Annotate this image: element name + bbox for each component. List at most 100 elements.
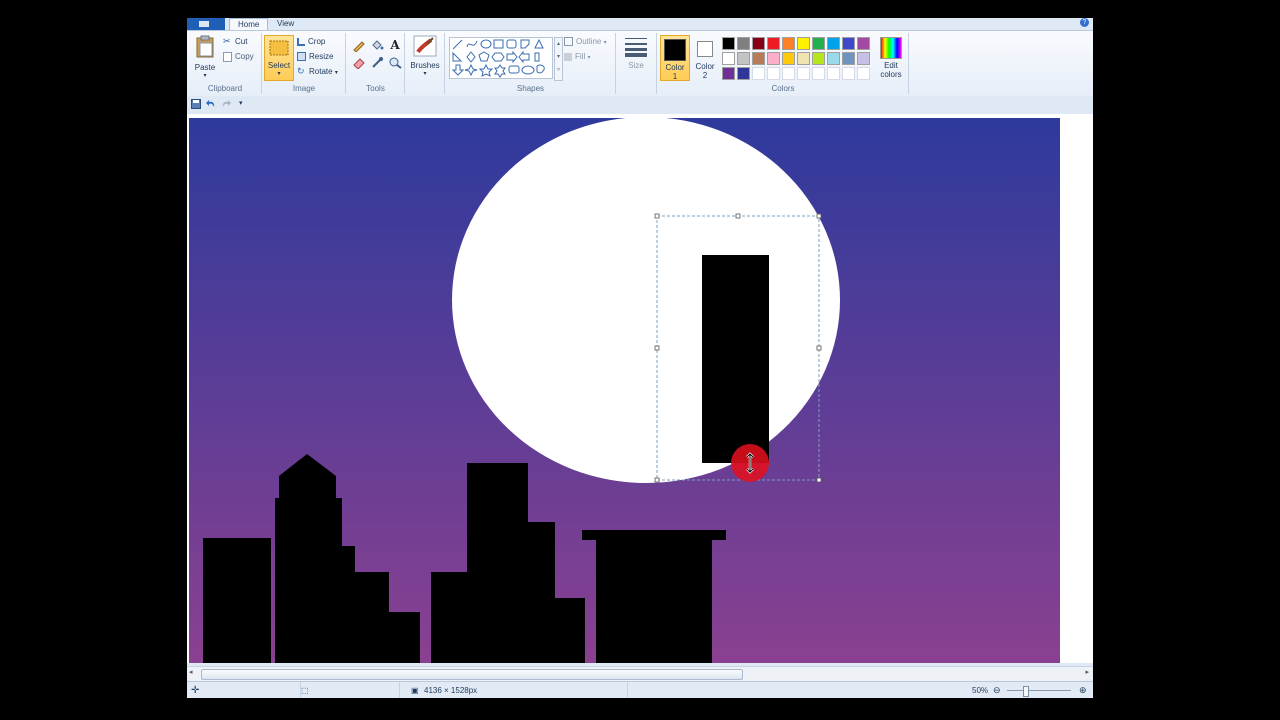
- chevron-down-icon: ▾: [334, 70, 338, 76]
- copy-button[interactable]: Copy: [223, 50, 254, 63]
- color-swatch[interactable]: [797, 52, 810, 65]
- scroll-left-icon[interactable]: ◂: [189, 668, 193, 676]
- color-swatch[interactable]: [782, 67, 795, 80]
- color-swatch[interactable]: [842, 37, 855, 50]
- color1-label: Color 1: [665, 63, 685, 81]
- color-swatch[interactable]: [737, 67, 750, 80]
- resize-handle[interactable]: [816, 213, 822, 219]
- color-swatch[interactable]: [827, 52, 840, 65]
- shapes-gallery[interactable]: [449, 37, 553, 79]
- color-swatch[interactable]: [782, 52, 795, 65]
- edit-colors-button[interactable]: Edit colors: [876, 35, 906, 79]
- resize-handle[interactable]: [654, 345, 660, 351]
- resize-handle[interactable]: [816, 345, 822, 351]
- color-swatch[interactable]: [797, 37, 810, 50]
- resize-label: Resize: [309, 52, 334, 61]
- color-swatch[interactable]: [857, 37, 870, 50]
- color2-swatch: [697, 41, 713, 57]
- color-swatch[interactable]: [782, 37, 795, 50]
- color-swatch[interactable]: [842, 52, 855, 65]
- color-swatch[interactable]: [767, 52, 780, 65]
- zoom-slider[interactable]: [1007, 682, 1071, 698]
- rotate-button[interactable]: ↻ Rotate ▾: [297, 65, 338, 78]
- crop-button[interactable]: Crop: [297, 35, 325, 48]
- moon-circle: [452, 118, 840, 483]
- color-swatch[interactable]: [812, 52, 825, 65]
- brushes-button[interactable]: Brushes ▾: [408, 35, 442, 79]
- color-swatch[interactable]: [857, 67, 870, 80]
- resize-handle[interactable]: [654, 213, 660, 219]
- tab-view[interactable]: View: [269, 18, 302, 30]
- color-swatch[interactable]: [737, 37, 750, 50]
- outline-label: Outline: [576, 37, 602, 46]
- zoom-in-icon[interactable]: ⊕: [1079, 682, 1087, 698]
- resize-icon: [297, 52, 306, 62]
- paste-button[interactable]: Paste ▾: [191, 35, 219, 81]
- color-swatch[interactable]: [722, 37, 735, 50]
- size-label: Size: [628, 61, 644, 70]
- resize-button[interactable]: Resize: [297, 50, 333, 63]
- select-rectangle-icon: [269, 40, 289, 56]
- select-label: Select: [267, 61, 291, 70]
- color-swatch[interactable]: [797, 67, 810, 80]
- select-button[interactable]: Select ▾: [264, 35, 294, 81]
- image-dimensions: 4136 × 1528px: [424, 686, 478, 695]
- undo-icon[interactable]: [206, 99, 216, 109]
- resize-handle[interactable]: [654, 477, 660, 483]
- status-bar: ✛ ⬚ ▣ 4136 × 1528px 50% ⊖ ⊕: [187, 681, 1093, 698]
- color-swatch[interactable]: [857, 52, 870, 65]
- image-group: Select ▾ Crop Resize ↻ Rotate ▾ Image: [263, 33, 346, 94]
- fill-button[interactable]: Fill ▾: [564, 50, 590, 63]
- colors-group-label: Colors: [771, 84, 795, 93]
- scroll-right-icon[interactable]: ▸: [1085, 668, 1089, 676]
- canvas-area[interactable]: [187, 114, 1093, 663]
- clipboard-group-label: Clipboard: [207, 84, 243, 93]
- color-swatch[interactable]: [767, 67, 780, 80]
- shapes-scroll[interactable]: ▴ ▾ ▿: [554, 37, 563, 81]
- outline-icon: [564, 37, 573, 47]
- color-swatch[interactable]: [767, 37, 780, 50]
- image-size-icon: ▣: [411, 686, 419, 695]
- pencil-icon[interactable]: [352, 39, 366, 52]
- resize-handle[interactable]: [735, 213, 741, 219]
- color-swatch[interactable]: [752, 37, 765, 50]
- outline-button[interactable]: Outline ▾: [564, 35, 607, 48]
- horizontal-scrollbar[interactable]: ◂ ▸: [187, 666, 1093, 681]
- color-swatch[interactable]: [737, 52, 750, 65]
- file-menu-button[interactable]: [187, 18, 225, 30]
- eraser-icon[interactable]: [352, 56, 366, 69]
- crop-label: Crop: [308, 37, 326, 46]
- magnifier-icon[interactable]: [388, 56, 402, 69]
- scrollbar-thumb[interactable]: [201, 669, 743, 680]
- color-swatch[interactable]: [827, 37, 840, 50]
- chevron-down-icon: ▾: [603, 40, 607, 46]
- cursor-position-icon: ✛: [191, 685, 200, 696]
- color-swatch[interactable]: [752, 52, 765, 65]
- brushes-label: Brushes: [410, 61, 440, 70]
- color-swatch[interactable]: [842, 67, 855, 80]
- color-swatch[interactable]: [827, 67, 840, 80]
- cut-button[interactable]: ✂ Cut: [223, 35, 247, 48]
- crop-icon: [297, 37, 305, 46]
- color-swatch[interactable]: [812, 67, 825, 80]
- quick-access-toolbar: ▾: [187, 96, 1093, 112]
- color-swatch[interactable]: [722, 52, 735, 65]
- color-swatch[interactable]: [812, 37, 825, 50]
- help-icon[interactable]: ?: [1080, 18, 1089, 27]
- fill-bucket-icon[interactable]: [370, 39, 384, 52]
- size-button[interactable]: Size: [621, 35, 651, 70]
- color1-button[interactable]: Color 1: [660, 35, 690, 81]
- text-tool-icon[interactable]: A: [388, 39, 402, 52]
- color-swatch[interactable]: [752, 67, 765, 80]
- save-icon[interactable]: [191, 99, 201, 109]
- customize-toolbar-icon[interactable]: ▾: [239, 99, 249, 109]
- color2-button[interactable]: Color 2: [691, 35, 719, 80]
- redo-icon[interactable]: [221, 99, 231, 109]
- edit-colors-label: Edit colors: [880, 61, 902, 79]
- zoom-out-icon[interactable]: ⊖: [993, 682, 1001, 698]
- color-swatch[interactable]: [722, 67, 735, 80]
- resize-handle[interactable]: [816, 477, 822, 483]
- color-picker-icon[interactable]: [370, 56, 384, 69]
- drawing-canvas[interactable]: [187, 114, 1093, 663]
- chevron-down-icon: ▾: [423, 71, 427, 77]
